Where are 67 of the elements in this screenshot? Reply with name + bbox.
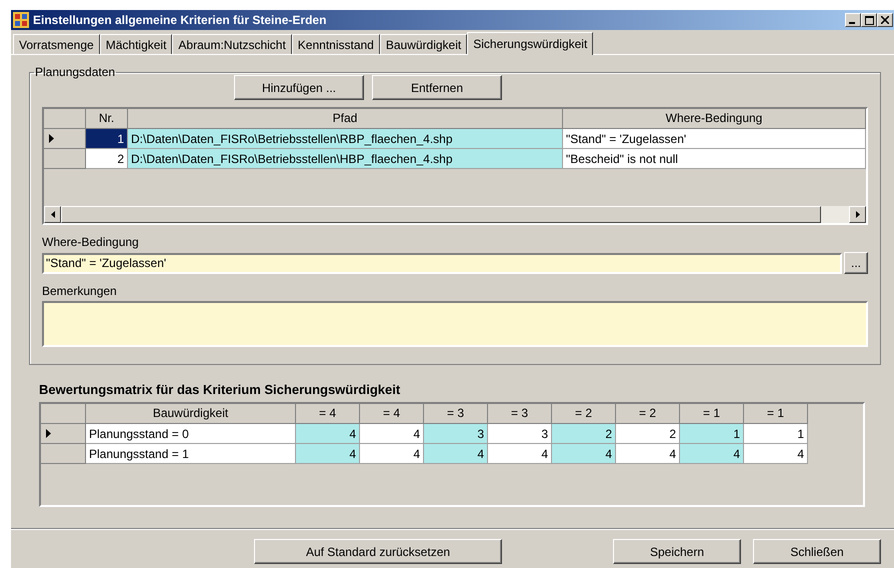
- column-header: Pfad: [128, 109, 563, 129]
- table-cell: 3: [488, 424, 552, 444]
- reset-button[interactable]: Auf Standard zurücksetzen: [254, 539, 502, 564]
- table-cell: 3: [424, 424, 488, 444]
- tab[interactable]: Bauwürdigkeit: [380, 34, 468, 54]
- column-header: = 2: [616, 404, 680, 424]
- right-arrow-icon: [856, 211, 860, 218]
- action-button[interactable]: Hinzufügen ...: [234, 75, 364, 100]
- table-cell: 2: [86, 149, 128, 169]
- table-cell: 4: [744, 444, 808, 464]
- column-header: = 4: [296, 404, 360, 424]
- column-header: = 2: [552, 404, 616, 424]
- app-icon: [13, 12, 29, 28]
- column-header: = 3: [424, 404, 488, 424]
- tab[interactable]: Kenntnisstand: [292, 34, 380, 54]
- close-button[interactable]: [877, 13, 893, 27]
- minimize-button[interactable]: [845, 13, 861, 27]
- column-header: = 1: [744, 404, 808, 424]
- row-pointer-icon: [49, 134, 54, 143]
- field-label: Bemerkungen: [42, 284, 118, 298]
- tab[interactable]: Sicherungswürdigkeit: [467, 32, 594, 55]
- field-label: Where-Bedingung: [42, 235, 140, 249]
- table-cell: 1: [744, 424, 808, 444]
- table-cell: 4: [424, 444, 488, 464]
- tab[interactable]: Abraum:Nutzschicht: [172, 34, 292, 54]
- close-dialog-button[interactable]: Schließen: [753, 539, 881, 564]
- maximize-button[interactable]: [861, 13, 877, 27]
- column-header: = 3: [488, 404, 552, 424]
- browse-button[interactable]: ...: [844, 252, 868, 274]
- left-arrow-icon: [50, 211, 54, 218]
- table-cell: Planungsstand = 0: [86, 424, 296, 444]
- save-button[interactable]: Speichern: [613, 539, 741, 564]
- table-cell: 4: [360, 424, 424, 444]
- table-cell: D:\Daten\Daten_FISRo\Betriebsstellen\RBP_flaechen_4.shp: [128, 129, 563, 149]
- table-cell: D:\Daten\Daten_FISRo\Betriebsstellen\HBP_flaechen_4.shp: [128, 149, 563, 169]
- table-cell: 1: [86, 129, 128, 149]
- table-cell: Planungsstand = 1: [86, 444, 296, 464]
- table-cell: "Bescheid" is not null: [563, 149, 866, 169]
- table-cell: "Stand" = 'Zugelassen': [563, 129, 866, 149]
- table-cell: 1: [680, 424, 744, 444]
- table-cell: 2: [552, 424, 616, 444]
- table-cell: 4: [552, 444, 616, 464]
- tab[interactable]: Vorratsmenge: [13, 34, 100, 54]
- column-header: = 1: [680, 404, 744, 424]
- row-pointer-icon: [46, 429, 51, 438]
- close-icon: [881, 16, 889, 24]
- table-cell: 4: [488, 444, 552, 464]
- window-title: Einstellungen allgemeine Kriterien für Steine-Erden: [33, 13, 328, 27]
- remarks-field[interactable]: [42, 301, 868, 347]
- maximize-icon: [864, 16, 874, 24]
- table-cell: 4: [616, 444, 680, 464]
- group-title: Planungsdaten: [34, 65, 116, 79]
- section-title: Bewertungsmatrix für das Kriterium Sicherungswürdigkeit: [39, 382, 402, 397]
- table-cell: 4: [360, 444, 424, 464]
- scroll-left-button[interactable]: [44, 206, 61, 223]
- table-cell: 2: [616, 424, 680, 444]
- tab[interactable]: Mächtigkeit: [100, 34, 172, 54]
- table-cell: 4: [296, 444, 360, 464]
- table-cell: 4: [680, 444, 744, 464]
- column-header: Where-Bedingung: [563, 109, 866, 129]
- scroll-right-button[interactable]: [849, 206, 866, 223]
- column-header: Nr.: [86, 109, 128, 129]
- action-button[interactable]: Entfernen: [372, 75, 502, 100]
- column-header: = 4: [360, 404, 424, 424]
- table-cell: 4: [296, 424, 360, 444]
- column-header: Bauwürdigkeit: [86, 404, 296, 424]
- where-condition-field[interactable]: "Stand" = 'Zugelassen': [42, 252, 842, 274]
